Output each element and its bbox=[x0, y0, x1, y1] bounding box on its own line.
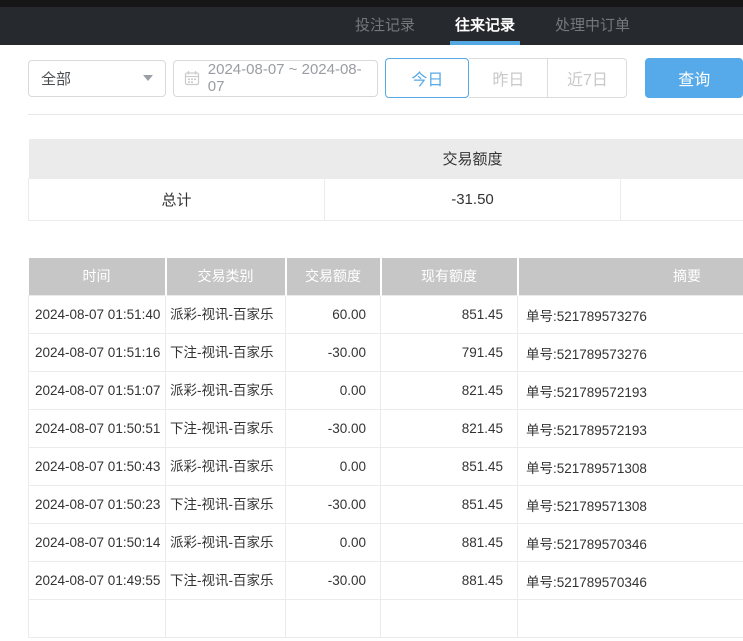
cell-memo: 单号:521789570346 bbox=[518, 562, 743, 600]
cell-type: 派彩-视讯-百家乐 bbox=[166, 372, 286, 410]
column-header-time: 时间 bbox=[29, 258, 166, 296]
calendar-icon bbox=[184, 70, 200, 86]
cell-memo: 单号:521789573276 bbox=[518, 334, 743, 372]
tab-betting-records[interactable]: 投注记录 bbox=[350, 7, 420, 45]
transactions-header-row: 时间 交易类别 交易额度 现有额度 摘要 bbox=[29, 258, 743, 296]
type-select[interactable]: 全部 bbox=[28, 60, 166, 97]
cell-balance: 821.45 bbox=[381, 372, 518, 410]
cell-memo: 单号:521789572193 bbox=[518, 372, 743, 410]
transactions-body: 2024-08-07 01:51:40 派彩-视讯-百家乐 60.00 851.… bbox=[29, 296, 743, 638]
table-row: 2024-08-07 01:50:14 派彩-视讯-百家乐 0.00 881.4… bbox=[29, 524, 743, 562]
filter-row: 全部 2024-08-07 ~ 2024-08-07 今日 昨日 近7日 查询 bbox=[28, 58, 743, 98]
yesterday-button[interactable]: 昨日 bbox=[469, 58, 548, 98]
summary-header-clipped bbox=[621, 139, 743, 178]
cell-time: 2024-08-07 01:50:43 bbox=[29, 448, 166, 486]
cell-time: 2024-08-07 01:49:55 bbox=[29, 562, 166, 600]
cell-type: 下注-视讯-百家乐 bbox=[166, 410, 286, 448]
cell-amount: -30.00 bbox=[286, 410, 381, 448]
column-header-balance: 现有额度 bbox=[381, 258, 518, 296]
cell-time: 2024-08-07 01:51:16 bbox=[29, 334, 166, 372]
column-header-type: 交易类别 bbox=[166, 258, 286, 296]
cell-amount: 0.00 bbox=[286, 372, 381, 410]
tab-processing-orders[interactable]: 处理中订单 bbox=[550, 7, 635, 45]
summary-header-empty bbox=[29, 139, 325, 178]
cell-memo: 单号:521789572193 bbox=[518, 410, 743, 448]
cell-amount: -30.00 bbox=[286, 562, 381, 600]
cell-amount: 0.00 bbox=[286, 524, 381, 562]
cell-time: 2024-08-07 01:50:51 bbox=[29, 410, 166, 448]
cell-type: 下注-视讯-百家乐 bbox=[166, 334, 286, 372]
cell-time: 2024-08-07 01:50:23 bbox=[29, 486, 166, 524]
cell-amount: 0.00 bbox=[286, 448, 381, 486]
cell-type: 下注-视讯-百家乐 bbox=[166, 562, 286, 600]
navbar: 投注记录 往来记录 处理中订单 bbox=[0, 7, 743, 45]
column-header-memo: 摘要 bbox=[518, 258, 743, 296]
date-range-value: 2024-08-07 ~ 2024-08-07 bbox=[208, 61, 368, 95]
summary-table: 交易额度 总计 -31.50 bbox=[28, 139, 743, 221]
cell-memo: 单号:521789571308 bbox=[518, 448, 743, 486]
table-row: 2024-08-07 01:51:40 派彩-视讯-百家乐 60.00 851.… bbox=[29, 296, 743, 334]
top-strip bbox=[0, 0, 743, 7]
divider bbox=[28, 114, 743, 115]
summary-total-label: 总计 bbox=[29, 178, 325, 220]
cell-time: 2024-08-07 01:50:14 bbox=[29, 524, 166, 562]
table-row-clipped bbox=[29, 600, 743, 638]
table-row: 2024-08-07 01:49:55 下注-视讯-百家乐 -30.00 881… bbox=[29, 562, 743, 600]
chevron-down-icon bbox=[143, 75, 153, 81]
last7days-button[interactable]: 近7日 bbox=[548, 58, 627, 98]
table-row: 2024-08-07 01:50:51 下注-视讯-百家乐 -30.00 821… bbox=[29, 410, 743, 448]
cell-amount: -30.00 bbox=[286, 334, 381, 372]
table-row: 2024-08-07 01:51:16 下注-视讯-百家乐 -30.00 791… bbox=[29, 334, 743, 372]
quick-date-button-group: 今日 昨日 近7日 bbox=[385, 58, 627, 98]
table-row: 2024-08-07 01:50:43 派彩-视讯-百家乐 0.00 851.4… bbox=[29, 448, 743, 486]
cell-balance: 851.45 bbox=[381, 296, 518, 334]
cell-balance: 791.45 bbox=[381, 334, 518, 372]
summary-total-row: 总计 -31.50 bbox=[29, 178, 743, 220]
cell-memo: 单号:521789573276 bbox=[518, 296, 743, 334]
query-button[interactable]: 查询 bbox=[645, 58, 743, 98]
summary-total-amount: -31.50 bbox=[325, 178, 621, 220]
cell-time: 2024-08-07 01:51:07 bbox=[29, 372, 166, 410]
cell-type: 派彩-视讯-百家乐 bbox=[166, 524, 286, 562]
cell-balance: 881.45 bbox=[381, 524, 518, 562]
cell-memo: 单号:521789570346 bbox=[518, 524, 743, 562]
cell-memo: 单号:521789571308 bbox=[518, 486, 743, 524]
cell-balance: 851.45 bbox=[381, 448, 518, 486]
summary-header-amount: 交易额度 bbox=[325, 139, 621, 178]
table-row: 2024-08-07 01:50:23 下注-视讯-百家乐 -30.00 851… bbox=[29, 486, 743, 524]
cell-type: 下注-视讯-百家乐 bbox=[166, 486, 286, 524]
tab-transaction-records[interactable]: 往来记录 bbox=[450, 7, 520, 45]
cell-amount: 60.00 bbox=[286, 296, 381, 334]
table-row: 2024-08-07 01:51:07 派彩-视讯-百家乐 0.00 821.4… bbox=[29, 372, 743, 410]
cell-balance: 881.45 bbox=[381, 562, 518, 600]
summary-total-empty bbox=[621, 178, 743, 220]
transactions-table: 时间 交易类别 交易额度 现有额度 摘要 2024-08-07 01:51:40… bbox=[28, 258, 743, 639]
cell-amount: -30.00 bbox=[286, 486, 381, 524]
cell-time: 2024-08-07 01:51:40 bbox=[29, 296, 166, 334]
column-header-amount: 交易额度 bbox=[286, 258, 381, 296]
cell-type: 派彩-视讯-百家乐 bbox=[166, 448, 286, 486]
cell-balance: 821.45 bbox=[381, 410, 518, 448]
cell-balance: 851.45 bbox=[381, 486, 518, 524]
date-range-input[interactable]: 2024-08-07 ~ 2024-08-07 bbox=[173, 60, 379, 97]
today-button[interactable]: 今日 bbox=[385, 58, 469, 98]
type-select-value: 全部 bbox=[41, 68, 71, 89]
summary-header-row: 交易额度 bbox=[29, 139, 743, 178]
cell-type: 派彩-视讯-百家乐 bbox=[166, 296, 286, 334]
